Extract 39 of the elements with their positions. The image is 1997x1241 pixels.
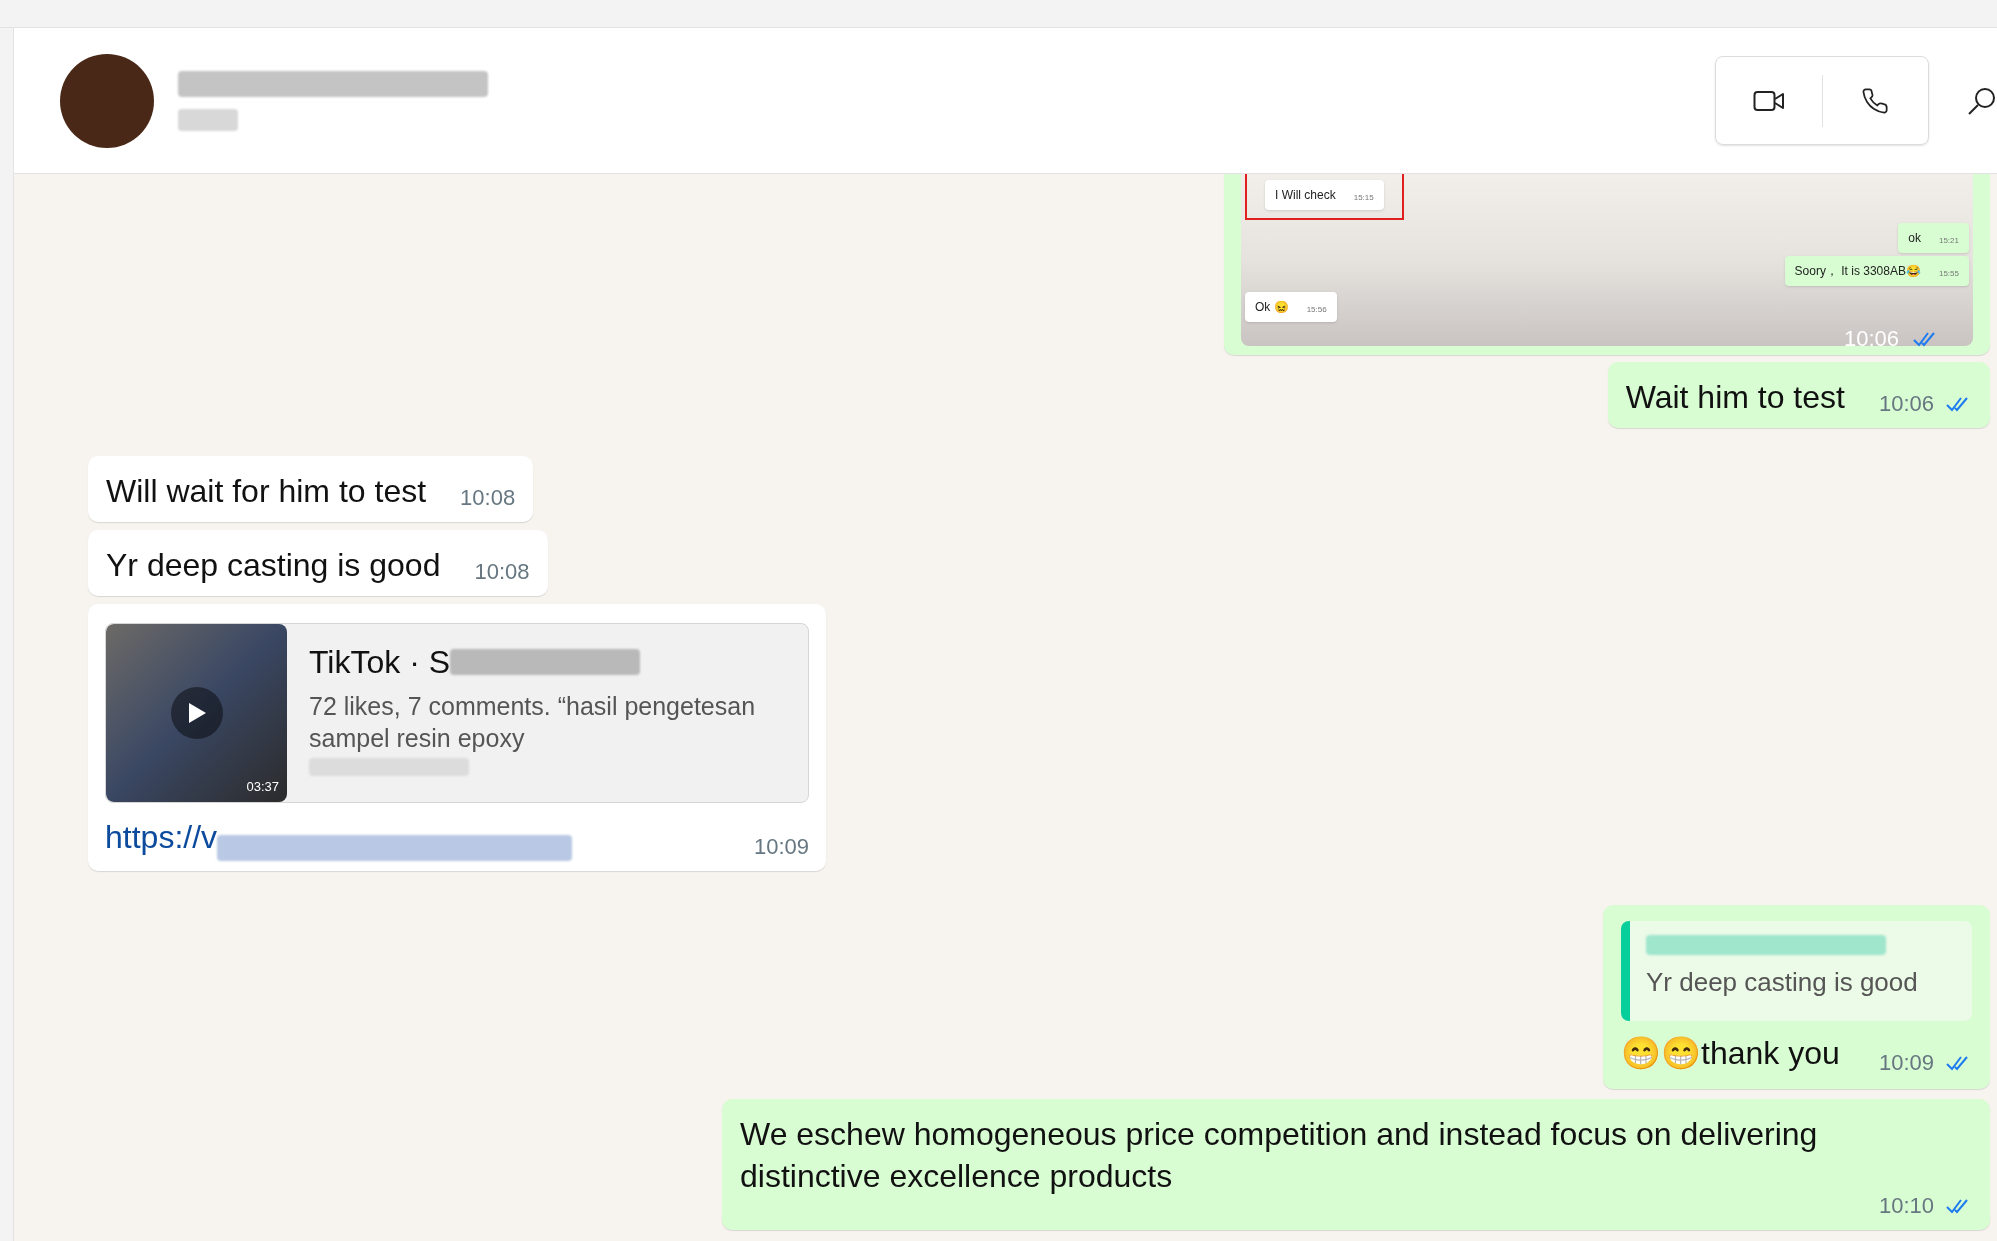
preview-title: TikTok · S bbox=[309, 643, 451, 682]
search-icon bbox=[1967, 85, 1997, 116]
preview-description: 72 likes, 7 comments. “hasil pengetesan sampel resin epoxy bbox=[309, 691, 757, 754]
redacted-block bbox=[178, 108, 238, 131]
message-text: Yr deep casting is good bbox=[106, 546, 441, 585]
message-bubble[interactable]: Will wait for him to test 10:08 bbox=[88, 456, 534, 522]
screenshot-message-text: ok bbox=[1908, 230, 1921, 247]
quoted-message[interactable]: Yr deep casting is good bbox=[1621, 921, 1972, 1021]
link[interactable]: https://v bbox=[105, 813, 218, 861]
message-time: 10:09 bbox=[1878, 1049, 1934, 1077]
message-time: 10:08 bbox=[474, 558, 530, 586]
image-time: 10:06 bbox=[1843, 325, 1899, 353]
link-preview-card[interactable]: 03:37 TikTok · S 72 likes, 7 comments. “hasil pengetesan sampel resin epoxy bbox=[105, 623, 809, 803]
message-bubble[interactable]: Wait him to test 10:06 bbox=[1607, 362, 1990, 428]
message-time: 10:09 bbox=[753, 833, 809, 861]
search-button[interactable] bbox=[1967, 85, 1997, 116]
message-bubble[interactable]: We eschew homogeneous price competition and instead focus on delivering distinctive excellence products 10:10 bbox=[722, 1099, 1990, 1230]
screenshot-message-time: 15:55 bbox=[1938, 268, 1959, 280]
message-time: 10:06 bbox=[1878, 390, 1934, 418]
message-text: Will wait for him to test bbox=[106, 472, 427, 511]
screenshot-message-text: Soory， It is 3308AB😂 bbox=[1794, 263, 1921, 280]
play-button[interactable] bbox=[170, 687, 223, 739]
message-bubble[interactable]: Yr deep casting is good 10:08 bbox=[88, 530, 548, 596]
message-text: Wait him to test bbox=[1625, 378, 1845, 417]
reply-message-bubble[interactable]: Yr deep casting is good 😁😁thank you 10:09 bbox=[1603, 905, 1990, 1089]
screenshot-message-time: 15:15 bbox=[1353, 192, 1374, 204]
screenshot-message-time: 15:56 bbox=[1306, 304, 1327, 316]
screenshot-message-text: I Will check bbox=[1275, 187, 1336, 204]
message-time: 10:10 bbox=[1878, 1192, 1934, 1220]
quoted-text: Yr deep casting is good bbox=[1646, 966, 1918, 999]
message-text: We eschew homogeneous price competition and instead focus on delivering distinctive excellence products bbox=[740, 1115, 1819, 1196]
screenshot-message-time: 15:21 bbox=[1938, 235, 1959, 247]
message-text: 😁😁thank you bbox=[1621, 1034, 1840, 1073]
screenshot-message-text: Ok 😖 bbox=[1255, 299, 1289, 316]
video-camera-icon bbox=[1752, 88, 1785, 113]
message-time: 10:08 bbox=[460, 484, 516, 512]
link-message-bubble[interactable]: 03:37 TikTok · S 72 likes, 7 comments. “hasil pengetesan sampel resin epoxy https://v 10:09 bbox=[88, 604, 826, 871]
image-message-bubble[interactable]: I Will check 15:15 ok 15:21 Soory， It is 3308AB😂 15:55 Ok 😖 15:56 10:06 bbox=[1224, 174, 1990, 355]
video-duration: 03:37 bbox=[246, 777, 279, 796]
